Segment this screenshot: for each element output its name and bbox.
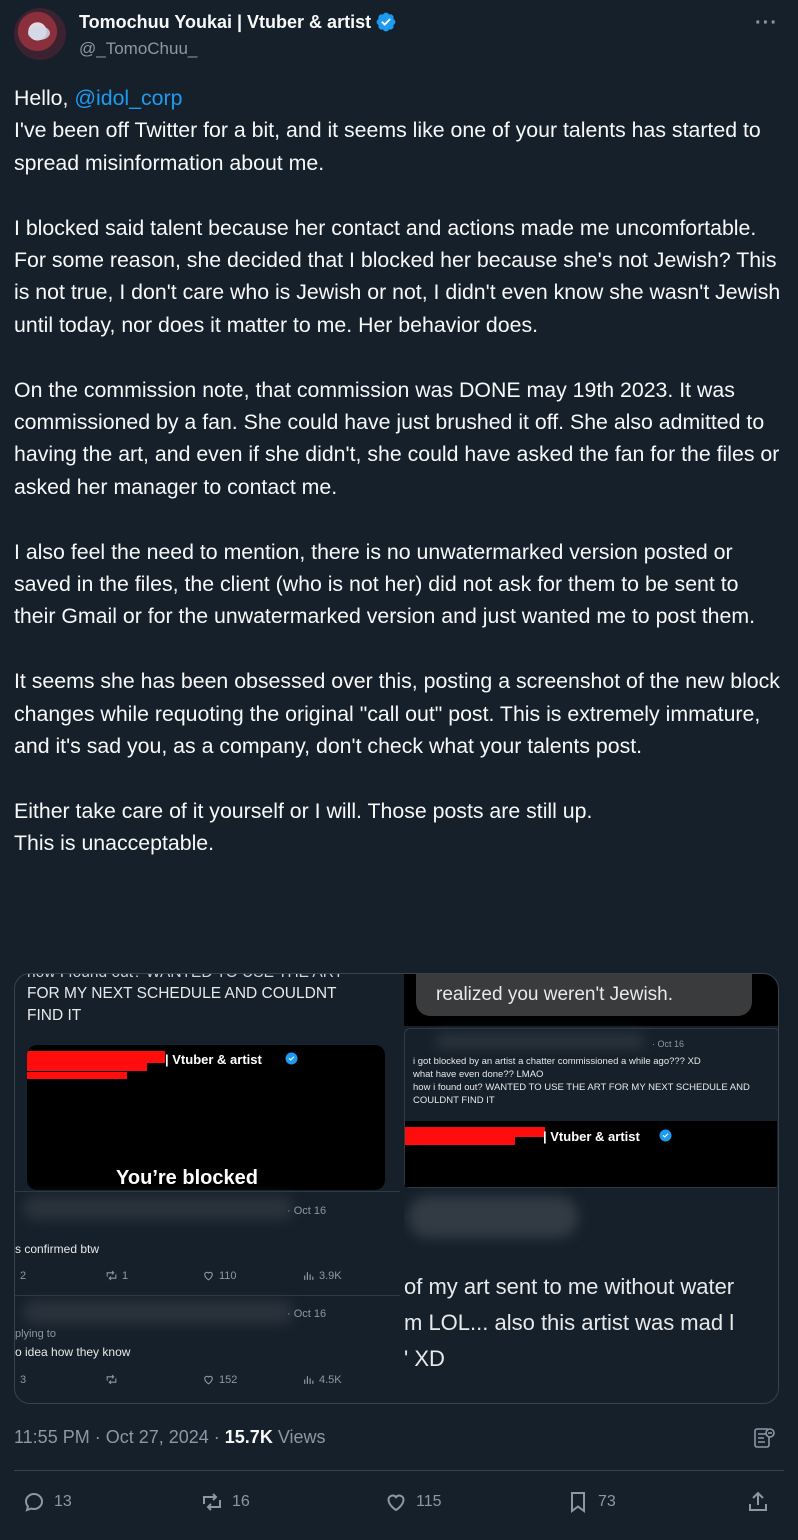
quoted-text: i got blocked by an artist a chatter com…: [413, 1056, 701, 1067]
divider: [14, 1470, 784, 1471]
display-name[interactable]: Tomochuu Youkai | Vtuber & artist: [79, 12, 371, 33]
retweet-icon: [203, 1493, 221, 1511]
reply-date: · Oct 16: [287, 1205, 327, 1217]
greeting: Hello,: [14, 86, 75, 110]
text-line: FIND IT: [27, 1007, 82, 1024]
like-stat: 110: [202, 1269, 237, 1282]
text-line: FOR MY NEXT SCHEDULE AND COULDNT: [27, 985, 337, 1002]
views-stat: 3.9K: [302, 1269, 342, 1282]
paragraph: Either take care of it yourself or I wil…: [14, 798, 593, 823]
paragraph: I also feel the need to mention, there i…: [14, 539, 756, 629]
more-horizontal-icon[interactable]: ···: [755, 12, 778, 35]
analytics-icon[interactable]: [752, 1426, 776, 1450]
paragraph: I've been off Twitter for a bit, and it …: [14, 118, 761, 175]
heart-icon: [204, 1271, 213, 1281]
action-bar: 13 16 115 73: [22, 1490, 782, 1522]
like-stat: 152: [202, 1373, 237, 1386]
paragraph: It seems she has been obsessed over this…: [14, 669, 780, 759]
reply-count: 3: [20, 1374, 27, 1386]
tweet-timestamp: 11:55 PM · Oct 27, 2024 · 15.7K Views: [14, 1427, 326, 1448]
views-label: Views: [272, 1427, 326, 1447]
heart-icon: [204, 1375, 213, 1385]
heart-icon: [387, 1494, 405, 1512]
tweet-header: Tomochuu Youkai | Vtuber & artist @_Tomo…: [14, 8, 784, 64]
greeting-line: Hello, @idol_corp: [14, 82, 784, 114]
paragraph: I blocked said talent because her contac…: [14, 215, 781, 337]
reply-date: · Oct 16: [287, 1308, 327, 1320]
quoted-text: how i found out? WANTED TO USE THE ART F…: [413, 1082, 750, 1093]
avatar[interactable]: [14, 8, 66, 60]
retweet-stat: [105, 1373, 118, 1386]
views-stat: 4.5K: [302, 1373, 342, 1386]
reply-count: 2: [20, 1270, 27, 1282]
redaction: [27, 1063, 147, 1071]
redaction: [405, 1127, 545, 1137]
reply-count: 13: [54, 1493, 72, 1510]
timestamp-text[interactable]: 11:55 PM · Oct 27, 2024 ·: [14, 1427, 225, 1447]
reply-text: s confirmed btw: [15, 1242, 100, 1256]
media-image-right[interactable]: realized you weren't Jewish. · Oct 16 i …: [404, 974, 778, 1403]
quoted-date: · Oct 16: [652, 1039, 685, 1049]
blurred-name: [435, 1033, 645, 1049]
retweet-icon: [106, 1374, 117, 1385]
mention-link[interactable]: @idol_corp: [74, 86, 182, 110]
reply-text: o idea how they know: [15, 1345, 131, 1359]
blurred-name: [23, 1300, 293, 1324]
share-icon: [749, 1491, 767, 1511]
author-name-row: Tomochuu Youkai | Vtuber & artist: [79, 11, 397, 33]
quoted-text: what have even done?? LMAO: [413, 1069, 544, 1080]
redaction: [405, 1137, 515, 1145]
blocked-profile-card: | Vtuber & artist You’re blocked: [27, 1045, 385, 1190]
blocked-label: You’re blocked: [116, 1167, 258, 1189]
paragraph: This is unacceptable.: [14, 831, 215, 856]
reply-button[interactable]: 13: [22, 1490, 72, 1514]
card-name: | Vtuber & artist: [543, 1129, 640, 1144]
retweet-button[interactable]: 16: [200, 1490, 250, 1514]
bookmark-icon: [571, 1492, 585, 1513]
views-icon: [304, 1272, 314, 1280]
paragraph: On the commission note, that commission …: [14, 377, 780, 499]
redaction: [27, 1051, 165, 1063]
quoted-text: COULDNT FIND IT: [413, 1095, 495, 1106]
views-icon: [304, 1376, 314, 1384]
handle[interactable]: @_TomoChuu_: [79, 39, 197, 59]
blurred-name: [23, 1196, 293, 1220]
retweet-icon: [106, 1270, 117, 1281]
bookmark-button[interactable]: 73: [566, 1490, 616, 1514]
chat-bubble: realized you weren't Jewish.: [416, 974, 752, 1016]
quoted-post: · Oct 16 i got blocked by an artist a ch…: [404, 1028, 778, 1188]
redaction: [27, 1072, 127, 1079]
verified-badge-icon: [659, 1129, 672, 1142]
views-count: 15.7K: [224, 1427, 273, 1447]
verified-badge-icon: [376, 12, 396, 32]
like-count: 115: [416, 1493, 442, 1510]
verified-badge-icon: [285, 1052, 298, 1065]
retweet-count: 16: [232, 1493, 250, 1510]
retweet-stat: 1: [105, 1269, 128, 1282]
like-button[interactable]: 115: [384, 1490, 442, 1514]
replying-to: plying to: [15, 1328, 56, 1340]
overlay-text: ' XD: [404, 1346, 445, 1371]
media-image-left[interactable]: how I found out? WANTED TO USE THE ART F…: [15, 974, 400, 1403]
share-button[interactable]: [746, 1490, 770, 1514]
overlay-text: of my art sent to me without water: [404, 1274, 735, 1299]
overlay-text: m LOL... also this artist was mad l: [404, 1310, 735, 1335]
chat-bubble-text: realized you weren't Jewish.: [436, 984, 674, 1005]
reply-icon: [24, 1492, 44, 1512]
media-grid[interactable]: how I found out? WANTED TO USE THE ART F…: [14, 973, 779, 1404]
card-name: | Vtuber & artist: [165, 1052, 262, 1067]
blurred-region: [408, 1196, 578, 1238]
tweet-text: Hello, @idol_corp I've been off Twitter …: [14, 82, 784, 860]
quoted-profile-card: | Vtuber & artist: [405, 1121, 777, 1187]
bookmark-count: 73: [598, 1493, 616, 1510]
